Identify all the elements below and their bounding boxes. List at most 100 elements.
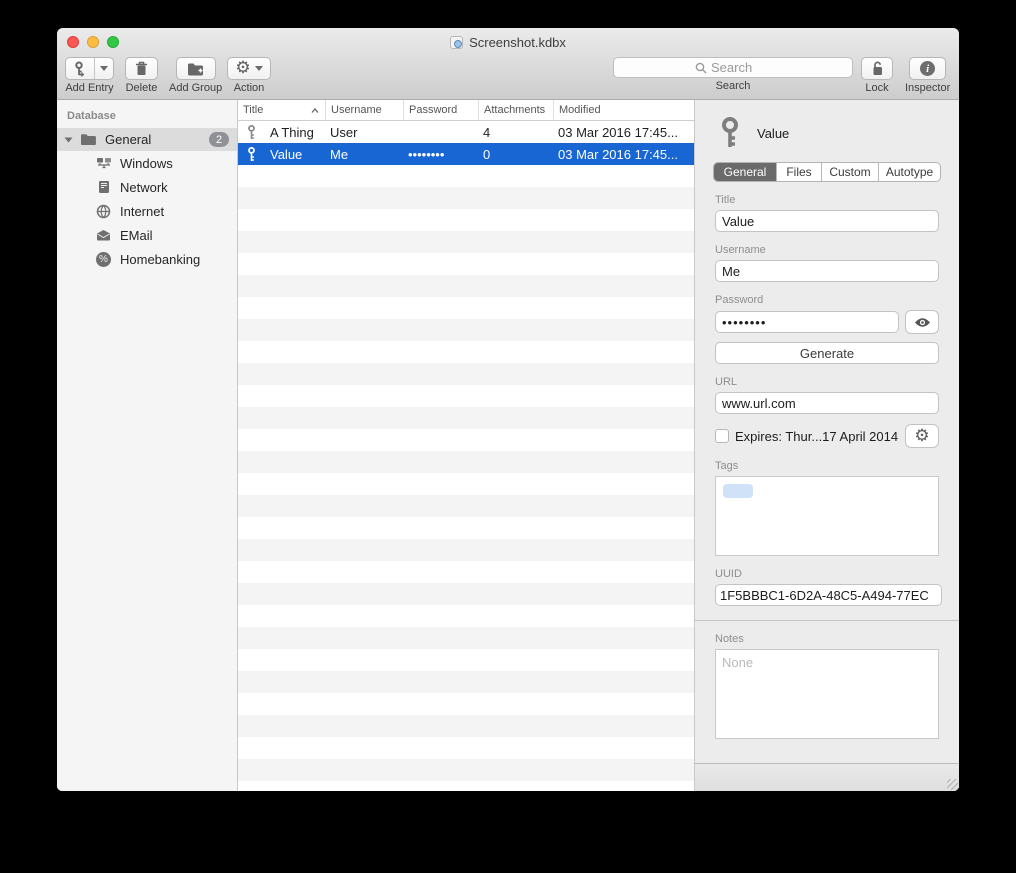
password-field-label: Password	[715, 294, 939, 306]
expires-checkbox[interactable]	[715, 429, 729, 443]
notes-field[interactable]	[715, 649, 939, 739]
uuid-field[interactable]	[715, 584, 942, 606]
table-row-selected[interactable]: Value Me •••••••• 0 03 Mar 2016 17:45...	[238, 143, 694, 165]
tab-files[interactable]: Files	[776, 163, 821, 181]
lock-button[interactable]	[861, 57, 893, 80]
cell-attachments: 4	[478, 125, 553, 140]
unlock-icon	[871, 61, 884, 76]
add-entry-dropdown[interactable]	[94, 58, 113, 79]
sidebar: Database General 2 Windows Network	[57, 100, 238, 791]
titlebar[interactable]: Screenshot.kdbx	[57, 28, 959, 55]
action-label: Action	[234, 82, 265, 94]
trash-icon	[135, 61, 148, 76]
gear-icon: ⚙	[235, 60, 250, 77]
add-group-button[interactable]	[176, 57, 216, 80]
expires-settings-button[interactable]: ⚙	[905, 424, 939, 448]
search-input[interactable]	[711, 60, 771, 75]
cell-modified: 03 Mar 2016 17:45...	[553, 125, 694, 140]
entry-table: Title Username Password Attachments Modi…	[238, 100, 695, 791]
inspector-label: Inspector	[905, 82, 950, 94]
generate-button[interactable]: Generate	[715, 342, 939, 364]
sidebar-item-label: Network	[120, 180, 168, 195]
sidebar-item-general[interactable]: General 2	[57, 128, 237, 151]
tag-pill[interactable]	[723, 484, 753, 498]
cell-attachments: 0	[478, 147, 553, 162]
notes-field-label: Notes	[715, 633, 939, 645]
cell-title: A Thing	[265, 125, 325, 140]
resize-grip[interactable]	[947, 779, 958, 790]
sidebar-section-header: Database	[57, 100, 237, 128]
cell-title: Value	[265, 147, 325, 162]
expires-label: Expires: Thur...17 April 2014	[735, 429, 905, 444]
action-button[interactable]: ⚙	[227, 57, 271, 80]
table-row[interactable]: A Thing User 4 03 Mar 2016 17:45...	[238, 121, 694, 143]
sidebar-item-label: EMail	[120, 228, 153, 243]
search-field[interactable]	[613, 57, 853, 78]
add-group-label: Add Group	[169, 82, 222, 94]
inspector-footer-bar	[695, 763, 959, 791]
inspector-separator	[695, 620, 959, 621]
search-icon	[695, 62, 707, 74]
cell-username: Me	[325, 147, 403, 162]
cell-username: User	[325, 125, 403, 140]
sidebar-item-network[interactable]: Network	[57, 175, 237, 199]
percent-coin-icon: %	[95, 252, 112, 267]
chevron-down-icon	[255, 66, 263, 71]
tab-autotype[interactable]: Autotype	[878, 163, 940, 181]
add-entry-label: Add Entry	[65, 82, 113, 94]
add-entry-button[interactable]	[65, 57, 114, 80]
url-field[interactable]	[715, 392, 939, 414]
entry-key-icon	[719, 117, 741, 149]
table-empty-area[interactable]	[238, 165, 694, 791]
cell-password: ••••••••	[403, 147, 478, 162]
column-header-username[interactable]: Username	[325, 100, 403, 120]
sidebar-item-windows[interactable]: Windows	[57, 151, 237, 175]
sidebar-item-label: Internet	[120, 204, 164, 219]
app-window: Screenshot.kdbx Add Entry	[57, 28, 959, 791]
info-icon: i	[920, 61, 935, 76]
document-icon	[450, 36, 463, 49]
toolbar: Add Entry Delete Add Group ⚙	[57, 55, 959, 99]
folder-plus-icon	[187, 62, 204, 76]
entry-count-badge: 2	[209, 132, 229, 147]
inspector-tabs: General Files Custom Autotype	[713, 162, 941, 182]
sidebar-item-label: General	[105, 132, 151, 147]
tab-custom[interactable]: Custom	[821, 163, 878, 181]
column-header-modified[interactable]: Modified	[553, 100, 694, 120]
cell-modified: 03 Mar 2016 17:45...	[553, 147, 694, 162]
key-icon	[238, 125, 265, 140]
tags-field-label: Tags	[715, 460, 939, 472]
search-label: Search	[716, 80, 751, 92]
column-header-title[interactable]: Title	[238, 100, 325, 120]
delete-label: Delete	[126, 82, 158, 94]
url-field-label: URL	[715, 376, 939, 388]
sidebar-item-label: Homebanking	[120, 252, 200, 267]
inspector-button[interactable]: i	[909, 57, 946, 80]
window-chrome: Screenshot.kdbx Add Entry	[57, 28, 959, 100]
column-header-password[interactable]: Password	[403, 100, 478, 120]
gear-icon: ⚙	[914, 428, 929, 445]
windows-network-icon	[95, 157, 112, 170]
tags-box[interactable]	[715, 476, 939, 556]
window-title: Screenshot.kdbx	[469, 35, 566, 50]
tab-general[interactable]: General	[714, 163, 776, 181]
disclosure-triangle-icon[interactable]	[65, 137, 73, 142]
inspector-entry-title: Value	[757, 126, 789, 141]
lock-label: Lock	[865, 82, 888, 94]
envelope-icon	[95, 229, 112, 241]
username-field[interactable]	[715, 260, 939, 282]
server-icon	[95, 180, 112, 194]
column-header-attachments[interactable]: Attachments	[478, 100, 553, 120]
reveal-password-button[interactable]	[905, 310, 939, 334]
table-header: Title Username Password Attachments Modi…	[238, 100, 694, 121]
add-entry-key-icon[interactable]	[66, 58, 94, 79]
title-field-label: Title	[715, 194, 939, 206]
delete-button[interactable]	[125, 57, 158, 80]
folder-icon	[80, 133, 97, 146]
sidebar-item-email[interactable]: EMail	[57, 223, 237, 247]
sidebar-item-homebanking[interactable]: % Homebanking	[57, 247, 237, 271]
sidebar-item-label: Windows	[120, 156, 173, 171]
sidebar-item-internet[interactable]: Internet	[57, 199, 237, 223]
title-field[interactable]	[715, 210, 939, 232]
password-field[interactable]	[715, 311, 899, 333]
